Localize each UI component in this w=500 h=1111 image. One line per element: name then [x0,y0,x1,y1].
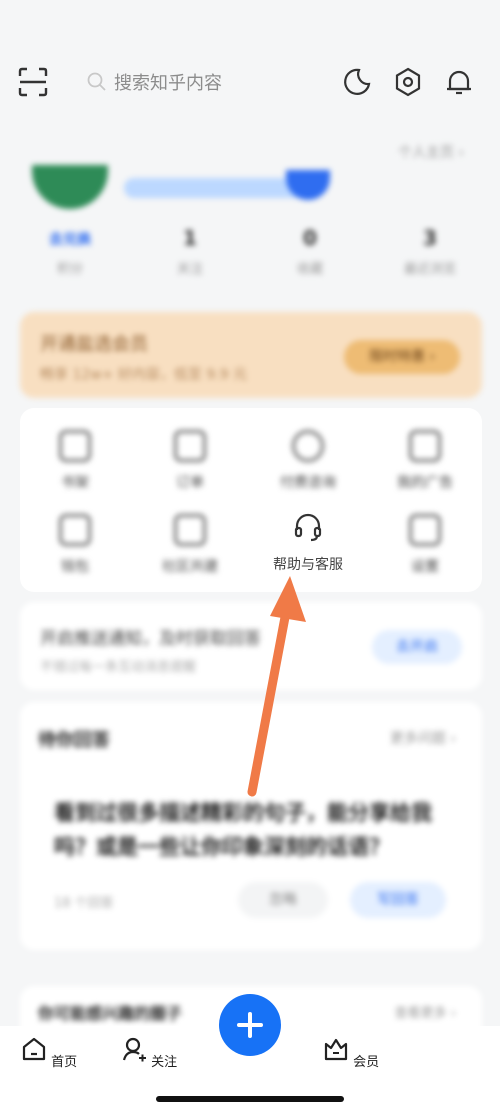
vip-title: 开通盐选会员 [40,334,148,355]
crown-icon [324,1038,348,1061]
tool-paid-consult[interactable]: 付费咨询 [253,430,363,492]
scan-icon[interactable] [18,67,48,97]
question-card[interactable]: 待你回答 更多问题 › 看到过很多描述精彩的句子，能分享给我吗？或是一些让你印象… [20,702,482,950]
tool-wallet[interactable]: 钱包 [20,514,130,576]
vip-card[interactable]: 开通盐选会员 畅享 12w+ 好内容，低至 9.9 元 限时特惠 › [20,312,482,398]
tab-home[interactable]: 首页 [14,1036,84,1070]
ignore-button[interactable]: 忽略 [238,882,328,918]
vip-subtitle: 畅享 12w+ 好内容，低至 9.9 元 [40,367,248,383]
stat-favorites[interactable]: 0 收藏 [260,226,360,277]
avatar[interactable] [32,165,108,209]
homepage-link[interactable]: 个人主页 › [398,142,464,162]
tab-follow[interactable]: 关注 [114,1036,184,1070]
home-indicator [156,1096,344,1102]
headset-icon [294,513,322,542]
order-icon [174,430,206,462]
search-placeholder: 搜索知乎内容 [114,73,222,94]
search-icon [87,72,106,91]
tool-community[interactable]: 社区共建 [135,514,245,576]
vip-button[interactable]: 限时特惠 › [344,340,460,374]
stat-following[interactable]: 1 关注 [140,226,240,277]
stat-recent[interactable]: 3 最近浏览 [380,226,480,277]
tool-bookshelf[interactable]: 书架 [20,430,130,492]
tool-help-service[interactable]: 帮助与客服 [253,512,363,574]
tool-orders[interactable]: 订单 [135,430,245,492]
profile-stats: 去兑换 积分 1 关注 0 收藏 3 最近浏览 [20,226,480,277]
answer-button[interactable]: 写回答 [350,882,446,918]
enable-push-button[interactable]: 去开启 [372,630,462,664]
question-text[interactable]: 看到过很多描述精彩的句子，能分享给我吗？或是一些让你印象深刻的话语？ [54,796,454,864]
settings-hex-icon[interactable] [393,67,423,97]
search-input[interactable]: 搜索知乎内容 [86,65,222,99]
tool-my-ads[interactable]: 我的广告 [370,430,480,492]
top-bar: 搜索知乎内容 [0,55,500,111]
more-questions-link[interactable]: 更多问题 › [390,728,456,748]
create-button[interactable] [219,994,281,1056]
bell-icon[interactable] [444,67,474,97]
book-icon [59,430,91,462]
coin-icon [292,430,324,462]
shield-icon [174,514,206,546]
tab-vip[interactable]: 会员 [316,1036,386,1070]
follow-icon [122,1037,146,1062]
chat-icon [409,430,441,462]
home-icon [22,1037,46,1061]
stat-points[interactable]: 去兑换 积分 [20,226,120,277]
plus-icon [237,1012,263,1038]
push-notice-card[interactable]: 开启推送通知，及时获取回答 不错过每一条互动消息提醒 去开启 [20,602,482,690]
settings-icon [409,514,441,546]
tool-settings[interactable]: 设置 [370,514,480,576]
tools-grid: 书架 订单 付费咨询 我的广告 钱包 社区共建 帮助与客服 设置 [20,408,482,592]
wallet-icon [59,514,91,546]
night-mode-icon[interactable] [342,67,372,97]
